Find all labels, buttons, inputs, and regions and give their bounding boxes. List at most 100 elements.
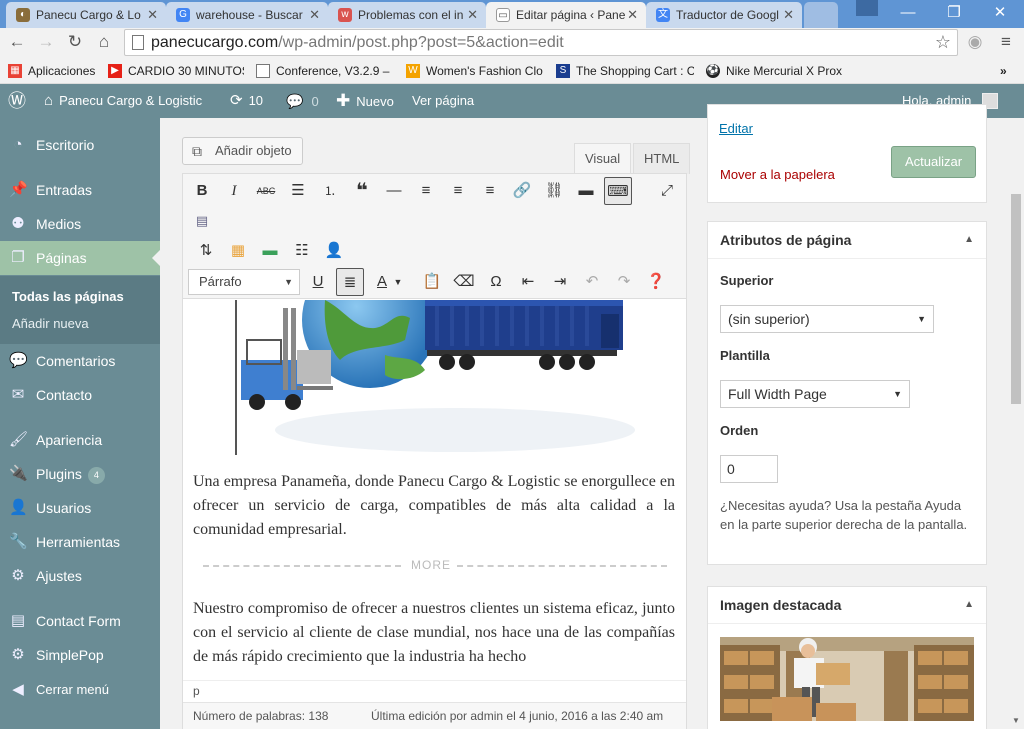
member-icon[interactable]: 👤: [320, 237, 348, 265]
menu-ajustes[interactable]: ⚙ Ajustes: [0, 559, 160, 593]
menu-simplepop[interactable]: ⚙ SimplePop: [0, 638, 160, 672]
close-window-icon[interactable]: ✕: [980, 2, 1020, 24]
table-icon[interactable]: ☷: [288, 237, 316, 265]
wordpress-logo-icon[interactable]: Ⓦ: [8, 84, 26, 118]
bookmark-item[interactable]: W Women's Fashion Clo: [406, 62, 546, 80]
shortcode-grid-icon[interactable]: ▦: [224, 237, 252, 265]
browser-tab[interactable]: ◐ Panecu Cargo & Lo ✕: [6, 2, 166, 28]
menu-escritorio[interactable]: ◔ Escritorio: [0, 128, 160, 162]
close-tab-icon[interactable]: ✕: [783, 2, 794, 28]
align-right-icon[interactable]: ≡: [476, 177, 504, 205]
button-plugin-icon[interactable]: ▬: [256, 237, 284, 265]
forward-icon[interactable]: →: [36, 32, 56, 52]
edit-link[interactable]: Editar: [719, 121, 753, 136]
back-icon[interactable]: ←: [7, 32, 27, 52]
new-content-link[interactable]: ✚ Nuevo: [336, 84, 394, 118]
collapse-caret-icon[interactable]: ▲: [964, 222, 974, 258]
submenu-all-pages[interactable]: Todas las páginas: [12, 289, 124, 304]
menu-medios[interactable]: ⚉ Medios: [0, 207, 160, 241]
scroll-down-icon[interactable]: ▼: [1012, 716, 1020, 725]
close-tab-icon[interactable]: ✕: [627, 2, 638, 28]
upload-icon[interactable]: ⇅: [192, 237, 220, 265]
redo-icon[interactable]: ↷: [610, 268, 638, 296]
justify-icon[interactable]: ≣: [336, 268, 364, 296]
special-char-icon[interactable]: Ω: [482, 268, 510, 296]
browser-tab-active[interactable]: ▭ Editar página ‹ Pane ✕: [486, 2, 646, 28]
site-name-link[interactable]: ⌂ Panecu Cargo & Logistic: [44, 84, 202, 118]
link-icon[interactable]: 🔗: [508, 177, 536, 205]
bookmark-item[interactable]: ▶ CARDIO 30 MINUTOS: [108, 62, 244, 80]
editor-content[interactable]: Una empresa Panameña, donde Panecu Cargo…: [183, 300, 686, 680]
eraser-icon[interactable]: ⌫: [450, 268, 478, 296]
bookmark-star-icon[interactable]: ☆: [935, 30, 951, 55]
bookmarks-overflow-icon[interactable]: »: [1000, 62, 1020, 80]
new-tab-button[interactable]: [804, 2, 838, 28]
menu-apariencia[interactable]: 🖌 Apariencia: [0, 423, 160, 457]
bullet-list-icon[interactable]: ☰: [284, 177, 312, 205]
toolbar-toggle-icon[interactable]: ⌨: [604, 177, 632, 205]
menu-icon[interactable]: ≡: [996, 32, 1016, 52]
featured-warehouse-image[interactable]: [720, 637, 974, 721]
bookmark-item[interactable]: ⚽ Nike Mercurial X Prox: [706, 62, 844, 80]
menu-comentarios[interactable]: 💬 Comentarios: [0, 344, 160, 378]
bookmark-item[interactable]: S The Shopping Cart : C: [556, 62, 694, 80]
chevron-down-icon[interactable]: ▼: [390, 268, 406, 296]
browser-tab[interactable]: 文 Traductor de Googl ✕: [646, 2, 802, 28]
menu-contact-form[interactable]: ▤ Contact Form: [0, 604, 160, 638]
address-bar[interactable]: panecucargo.com/wp-admin/post.php?post=5…: [124, 29, 958, 56]
profile-icon[interactable]: [856, 0, 878, 16]
collapse-menu-button[interactable]: ◀ Cerrar menú: [0, 673, 160, 707]
browser-tab[interactable]: G warehouse - Buscar ✕: [166, 2, 328, 28]
fullscreen-icon[interactable]: ⤢: [653, 177, 681, 205]
menu-herramientas[interactable]: 🔧 Herramientas: [0, 525, 160, 559]
align-left-icon[interactable]: ≡: [412, 177, 440, 205]
template-select[interactable]: Full Width Page ▼: [720, 380, 910, 408]
menu-entradas[interactable]: 📌 Entradas: [0, 173, 160, 207]
paste-text-icon[interactable]: 📋: [418, 268, 446, 296]
minimize-icon[interactable]: —: [888, 2, 928, 24]
numbered-list-icon[interactable]: ⒈: [316, 177, 344, 205]
bookmark-apps[interactable]: ▦ Aplicaciones: [8, 62, 100, 80]
italic-icon[interactable]: I: [220, 177, 248, 205]
align-center-icon[interactable]: ≡: [444, 177, 472, 205]
close-tab-icon[interactable]: ✕: [147, 2, 158, 28]
trash-link[interactable]: Mover a la papelera: [720, 167, 835, 182]
update-button[interactable]: Actualizar: [891, 146, 976, 178]
help-icon[interactable]: ❓: [642, 268, 670, 296]
comments-link[interactable]: 💬 0: [286, 84, 319, 118]
horizontal-line-icon[interactable]: —: [380, 177, 408, 205]
page-attributes-title[interactable]: Atributos de página ▲: [708, 222, 986, 259]
browser-tab[interactable]: w Problemas con el in ✕: [328, 2, 486, 28]
scrollbar-thumb[interactable]: [1011, 194, 1021, 404]
bold-icon[interactable]: B: [188, 177, 216, 205]
parent-select[interactable]: (sin superior) ▼: [720, 305, 934, 333]
menu-plugins[interactable]: 🔌 Plugins 4: [0, 457, 160, 491]
restore-icon[interactable]: ❐: [934, 2, 974, 24]
blockquote-icon[interactable]: ❝: [348, 177, 376, 205]
tab-html[interactable]: HTML: [633, 143, 691, 174]
collapse-caret-icon[interactable]: ▲: [964, 587, 974, 623]
page-scrollbar[interactable]: ▼: [1008, 118, 1024, 729]
undo-icon[interactable]: ↶: [578, 268, 606, 296]
view-page-link[interactable]: Ver página: [412, 84, 474, 118]
add-media-button[interactable]: ⧉ Añadir objeto: [182, 137, 303, 165]
submenu-add-new[interactable]: Añadir nueva: [12, 316, 89, 331]
menu-usuarios[interactable]: 👤 Usuarios: [0, 491, 160, 525]
indent-icon[interactable]: ⇥: [546, 268, 574, 296]
order-input[interactable]: 0: [720, 455, 778, 483]
close-tab-icon[interactable]: ✕: [467, 2, 478, 28]
outdent-icon[interactable]: ⇤: [514, 268, 542, 296]
featured-image-title[interactable]: Imagen destacada ▲: [708, 587, 986, 624]
format-select[interactable]: Párrafo ▼: [188, 269, 300, 295]
close-tab-icon[interactable]: ✕: [309, 2, 320, 28]
strikethrough-icon[interactable]: ABC: [252, 177, 280, 205]
extension-icon[interactable]: ◉: [965, 32, 985, 52]
reload-icon[interactable]: ↻: [65, 32, 85, 52]
bookmark-item[interactable]: Conference, V3.2.9 –: [256, 62, 392, 80]
updates-link[interactable]: ⟳ 10: [230, 84, 263, 118]
image-plugin-icon[interactable]: ▤: [188, 207, 216, 235]
home-icon[interactable]: ⌂: [94, 32, 114, 52]
tab-visual[interactable]: Visual: [574, 143, 632, 174]
menu-paginas[interactable]: ❐ Páginas: [0, 241, 160, 275]
unlink-icon[interactable]: ⛓: [540, 177, 568, 205]
